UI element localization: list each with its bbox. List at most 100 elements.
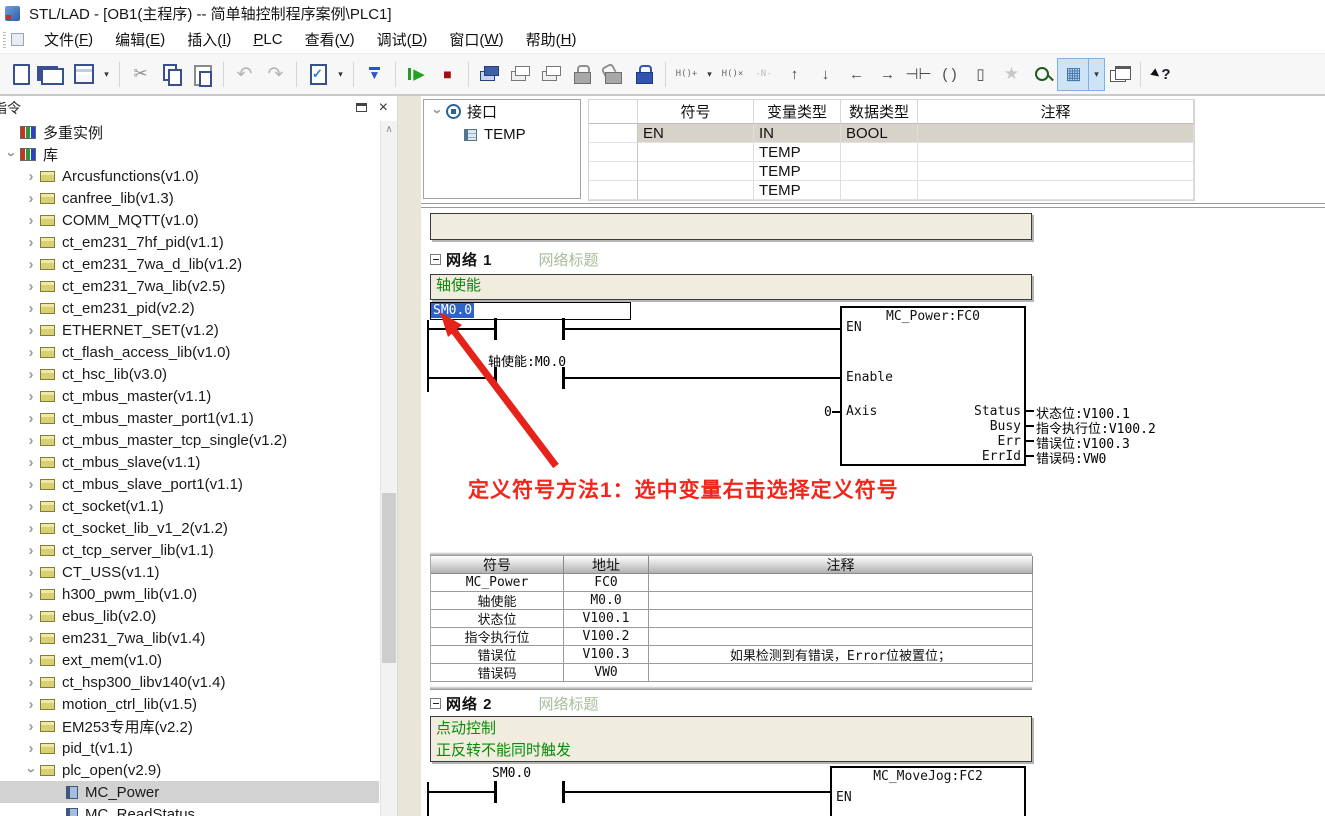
- line-down-icon[interactable]: ↓: [810, 59, 841, 90]
- undo-icon[interactable]: ↶: [229, 59, 260, 90]
- var-table-cell[interactable]: [638, 143, 754, 162]
- save-dropdown-caret-icon[interactable]: ▾: [99, 59, 114, 90]
- address-cell[interactable]: V100.2: [564, 628, 649, 646]
- expand-chevron-icon[interactable]: [22, 586, 40, 603]
- branch-dropdown-caret-icon[interactable]: ▾: [702, 59, 717, 90]
- expand-chevron-icon[interactable]: [22, 366, 40, 383]
- address-cell[interactable]: M0.0: [564, 592, 649, 610]
- var-table-cell[interactable]: BOOL: [841, 124, 918, 143]
- tree-item[interactable]: 库: [0, 143, 379, 165]
- menu-item[interactable]: 窗口(W): [438, 26, 514, 53]
- var-table-cell[interactable]: [918, 162, 1194, 181]
- tree-item[interactable]: 多重实例: [0, 121, 379, 143]
- expand-chevron-icon[interactable]: [22, 322, 40, 339]
- chevron-down-icon[interactable]: [428, 103, 446, 120]
- tree-item[interactable]: ETHERNET_SET(v1.2): [0, 319, 379, 341]
- var-table-cell[interactable]: TEMP: [754, 143, 841, 162]
- network2-title-placeholder[interactable]: 网络标题: [539, 693, 599, 714]
- menu-item[interactable]: 帮助(H): [515, 26, 588, 53]
- tree-item[interactable]: h300_pwm_lib(v1.0): [0, 583, 379, 605]
- tree-item[interactable]: motion_ctrl_lib(v1.5): [0, 693, 379, 715]
- var-table-row-header[interactable]: [589, 181, 638, 200]
- tree-item[interactable]: em231_7wa_lib(v1.4): [0, 627, 379, 649]
- tree-item[interactable]: ct_tcp_server_lib(v1.1): [0, 539, 379, 561]
- comment-cell[interactable]: [649, 628, 1033, 646]
- insert-branch-icon[interactable]: H()+: [671, 59, 702, 90]
- expand-chevron-icon[interactable]: [22, 762, 40, 779]
- tree-item[interactable]: CT_USS(v1.1): [0, 561, 379, 583]
- comment-cell[interactable]: [649, 610, 1033, 628]
- expand-chevron-icon[interactable]: [22, 454, 40, 471]
- expand-chevron-icon[interactable]: [22, 344, 40, 361]
- comment-cell[interactable]: 如果检测到有错误，Error位被置位；: [649, 646, 1033, 664]
- comment-cell[interactable]: [649, 664, 1033, 682]
- errid-operand[interactable]: 错误码:VW0: [1036, 448, 1106, 467]
- delete-branch-icon[interactable]: H()×: [717, 59, 748, 90]
- unlock-icon[interactable]: [598, 59, 629, 90]
- expand-chevron-icon[interactable]: [22, 212, 40, 229]
- contact-bar[interactable]: [494, 367, 497, 389]
- tree-item[interactable]: ct_em231_pid(v2.2): [0, 297, 379, 319]
- menu-item[interactable]: 调试(D): [366, 26, 439, 53]
- expand-chevron-icon[interactable]: [22, 168, 40, 185]
- favorites-star-icon[interactable]: ★: [996, 59, 1027, 90]
- expand-chevron-icon[interactable]: [22, 564, 40, 581]
- collapse-network-icon[interactable]: [430, 698, 441, 709]
- var-table-cell[interactable]: [841, 162, 918, 181]
- stop-icon[interactable]: ■: [432, 59, 463, 90]
- float-panel-icon[interactable]: [356, 103, 367, 112]
- operand-edit-field[interactable]: SM0.0: [430, 302, 631, 320]
- compile-check-icon[interactable]: ✓: [302, 59, 333, 90]
- expand-chevron-icon[interactable]: [22, 608, 40, 625]
- cascade-windows-icon[interactable]: [1104, 59, 1135, 90]
- collapse-network-icon[interactable]: [430, 254, 441, 265]
- var-table-cell[interactable]: [841, 143, 918, 162]
- lock-blue-icon[interactable]: [629, 59, 660, 90]
- close-panel-icon[interactable]: ×: [379, 100, 388, 116]
- menu-item[interactable]: 文件(F): [33, 26, 104, 53]
- toolbar-grip[interactable]: [3, 32, 6, 48]
- scroll-up-arrow-icon[interactable]: ∧: [381, 121, 397, 137]
- expand-chevron-icon[interactable]: [22, 476, 40, 493]
- comment-cell[interactable]: [649, 592, 1033, 610]
- tree-item[interactable]: MC_Power: [0, 781, 379, 803]
- network1-title-placeholder[interactable]: 网络标题: [539, 249, 599, 270]
- address-cell[interactable]: VW0: [564, 664, 649, 682]
- contact-label[interactable]: SM0.0: [492, 766, 531, 781]
- box-icon[interactable]: ▯: [965, 59, 996, 90]
- mc-movejog-block[interactable]: MC_MoveJog:FC2 EN: [830, 766, 1026, 816]
- coil-icon[interactable]: ( ): [934, 59, 965, 90]
- expand-chevron-icon[interactable]: [22, 410, 40, 427]
- tree-item[interactable]: plc_open(v2.9): [0, 759, 379, 781]
- var-table-row-header[interactable]: [589, 143, 638, 162]
- tree-item[interactable]: ct_mbus_slave_port1(v1.1): [0, 473, 379, 495]
- open-folder-icon[interactable]: [37, 59, 68, 90]
- expand-chevron-icon[interactable]: [22, 256, 40, 273]
- expand-chevron-icon[interactable]: [2, 146, 20, 163]
- tree-item[interactable]: pid_t(v1.1): [0, 737, 379, 759]
- expand-chevron-icon[interactable]: [22, 190, 40, 207]
- tree-item[interactable]: ct_em231_7wa_lib(v2.5): [0, 275, 379, 297]
- address-cell[interactable]: FC0: [564, 574, 649, 592]
- symbol-cell[interactable]: 错误码: [431, 664, 564, 682]
- address-cell[interactable]: V100.3: [564, 646, 649, 664]
- expand-chevron-icon[interactable]: [22, 718, 40, 735]
- pou-stack-icon[interactable]: [536, 59, 567, 90]
- contact2-label[interactable]: 轴使能:M0.0: [488, 351, 566, 370]
- pou-stack-blue-icon[interactable]: [474, 59, 505, 90]
- symbol-cell[interactable]: 错误位: [431, 646, 564, 664]
- var-table-cell[interactable]: EN: [638, 124, 754, 143]
- run-icon[interactable]: ▶: [401, 59, 432, 90]
- redo-icon[interactable]: ↷: [260, 59, 291, 90]
- expand-chevron-icon[interactable]: [22, 740, 40, 757]
- tree-item[interactable]: ct_em231_7wa_d_lib(v1.2): [0, 253, 379, 275]
- contact-bar[interactable]: [494, 318, 497, 340]
- lock-icon[interactable]: [567, 59, 598, 90]
- view-dropdown-caret-icon[interactable]: ▾: [1089, 59, 1104, 90]
- scrollbar-thumb[interactable]: [382, 493, 396, 663]
- context-help-icon[interactable]: ?: [1146, 59, 1177, 90]
- expand-chevron-icon[interactable]: [22, 300, 40, 317]
- var-table-cell[interactable]: IN: [754, 124, 841, 143]
- symbol-cell[interactable]: MC_Power: [431, 574, 564, 592]
- tree-item[interactable]: ct_mbus_master_port1(v1.1): [0, 407, 379, 429]
